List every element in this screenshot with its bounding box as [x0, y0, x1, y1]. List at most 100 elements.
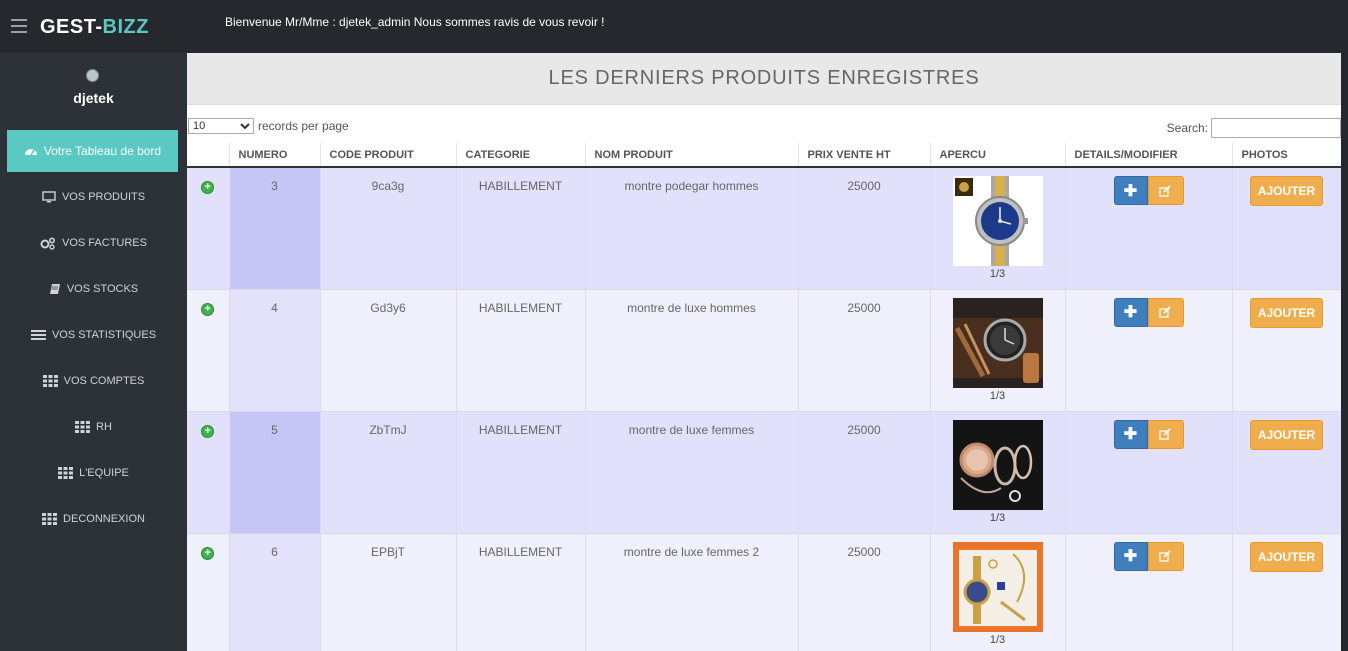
edit-icon — [1159, 550, 1171, 562]
cell-apercu: 1/3 — [930, 411, 1066, 534]
cell-photos: AJOUTER — [1232, 167, 1341, 290]
col-apercu[interactable]: APERCU — [930, 143, 1066, 168]
product-photo-watch-women[interactable] — [952, 419, 1043, 510]
expand-row-icon[interactable]: + — [201, 546, 215, 560]
logo-text-bizz: BIZZ — [102, 16, 149, 38]
page-title: LES DERNIERS PRODUITS ENREGISTRES — [548, 67, 980, 89]
monitor-icon — [42, 191, 56, 203]
sidebar-item-produits[interactable]: VOS PRODUITS — [0, 185, 187, 209]
sidebar-item-label: L'EQUIPE — [79, 467, 129, 479]
cell-photos: AJOUTER — [1232, 533, 1341, 651]
grid-icon — [75, 421, 91, 433]
sidebar-item-statistiques[interactable]: VOS STATISTIQUES — [0, 323, 187, 347]
col-details-modifier[interactable]: DETAILS/MODIFIER — [1065, 143, 1233, 168]
col-nom-produit[interactable]: NOM PRODUIT — [585, 143, 799, 168]
app-logo[interactable]: GEST-BIZZ — [40, 16, 149, 39]
sidebar-item-dashboard[interactable]: Votre Tableau de bord — [7, 130, 178, 172]
records-per-page-select[interactable]: 10 — [188, 118, 254, 134]
grid-icon — [42, 513, 58, 525]
table-row: + 5 ZbTmJ HABILLEMENT montre de luxe fem… — [187, 411, 1341, 534]
top-bar: GEST-BIZZ Bienvenue Mr/Mme : djetek_admi… — [0, 0, 1348, 53]
cell-apercu: 1/3 — [930, 167, 1066, 290]
records-label: records per page — [258, 119, 349, 133]
cell-actions: ✚ — [1065, 167, 1233, 290]
sidebar-item-factures[interactable]: VOS FACTURES — [0, 231, 187, 255]
photo-counter: 1/3 — [989, 268, 1006, 280]
username: djetek — [73, 90, 114, 106]
col-numero[interactable]: NUMERO — [229, 143, 321, 168]
photo-counter: 1/3 — [989, 633, 1006, 646]
cell-photos: AJOUTER — [1232, 411, 1341, 534]
cell-code: EPBjT — [320, 533, 457, 651]
details-button[interactable]: ✚ — [1113, 176, 1148, 205]
cell-nom: montre podegar hommes — [585, 167, 799, 290]
col-photos[interactable]: PHOTOS — [1232, 143, 1341, 168]
menu-toggle-icon[interactable] — [11, 19, 27, 33]
sidebar-item-comptes[interactable]: VOS COMPTES — [0, 369, 187, 393]
col-categorie[interactable]: CATEGORIE — [456, 143, 586, 168]
cell-categorie: HABILLEMENT — [456, 411, 586, 534]
cell-numero: 3 — [229, 167, 321, 290]
plus-icon: ✚ — [1123, 548, 1138, 565]
plus-icon: ✚ — [1123, 304, 1138, 321]
cell-code: 9ca3g — [320, 167, 457, 290]
edit-button[interactable] — [1147, 176, 1184, 205]
cell-categorie: HABILLEMENT — [456, 167, 586, 290]
avatar — [86, 69, 99, 82]
cell-categorie: HABILLEMENT — [456, 289, 586, 412]
sidebar-item-stocks[interactable]: VOS STOCKS — [0, 277, 187, 301]
cell-categorie: HABILLEMENT — [456, 533, 586, 651]
photo-counter: 1/3 — [989, 389, 1006, 402]
product-photo-watch-luxury-men[interactable] — [952, 297, 1043, 388]
cell-code: Gd3y6 — [320, 289, 457, 412]
cell-prix: 25000 — [798, 167, 931, 290]
sidebar-item-equipe[interactable]: L'EQUIPE — [0, 461, 187, 485]
sidebar-item-label: VOS FACTURES — [62, 237, 147, 249]
expand-cell: + — [187, 167, 230, 290]
product-photo-watch-women-set[interactable] — [952, 541, 1043, 632]
edit-button[interactable] — [1147, 297, 1184, 327]
expand-row-icon[interactable]: + — [201, 181, 215, 194]
table-row: + 6 EPBjT HABILLEMENT montre de luxe fem… — [187, 533, 1341, 651]
window-edge — [1341, 0, 1348, 651]
edit-icon — [1159, 306, 1171, 318]
search-input[interactable] — [1211, 118, 1341, 138]
col-code-produit[interactable]: CODE PRODUIT — [320, 143, 457, 168]
dashboard-gauge-icon — [24, 149, 37, 156]
expand-row-icon[interactable]: + — [201, 302, 215, 316]
search-box: Search: — [1167, 118, 1341, 138]
edit-icon — [1159, 428, 1171, 440]
page-header: LES DERNIERS PRODUITS ENREGISTRES — [187, 53, 1341, 105]
sidebar-item-deconnexion[interactable]: DECONNEXION — [0, 507, 187, 531]
sidebar-item-label: VOS COMPTES — [63, 375, 145, 387]
add-photo-button[interactable]: AJOUTER — [1250, 541, 1323, 572]
add-photo-button[interactable]: AJOUTER — [1250, 419, 1323, 450]
cell-actions: ✚ — [1065, 289, 1233, 412]
col-expand — [187, 143, 230, 168]
details-button[interactable]: ✚ — [1113, 419, 1148, 449]
col-prix-vente[interactable]: PRIX VENTE HT — [798, 143, 931, 168]
sidebar-item-rh[interactable]: RH — [0, 415, 187, 439]
sidebar: djetek Votre Tableau de bord VOS PRODUIT… — [0, 53, 187, 651]
plus-icon: ✚ — [1123, 426, 1138, 443]
product-photo-watch-men[interactable] — [952, 176, 1043, 266]
edit-button[interactable] — [1147, 419, 1184, 449]
welcome-message: Bienvenue Mr/Mme : djetek_admin Nous som… — [225, 15, 605, 29]
cell-prix: 25000 — [798, 533, 931, 651]
add-photo-button[interactable]: AJOUTER — [1250, 176, 1323, 206]
cell-prix: 25000 — [798, 411, 931, 534]
products-table: NUMERO CODE PRODUIT CATEGORIE NOM PRODUI… — [187, 143, 1341, 651]
grid-icon — [42, 375, 58, 387]
expand-row-icon[interactable]: + — [201, 424, 215, 438]
sidebar-item-label: VOS PRODUITS — [61, 191, 146, 203]
add-photo-button[interactable]: AJOUTER — [1250, 297, 1323, 328]
cell-apercu: 1/3 — [930, 289, 1066, 412]
sidebar-item-label: Votre Tableau de bord — [43, 144, 162, 158]
sidebar-item-label: VOS STOCKS — [66, 283, 139, 295]
cell-code: ZbTmJ — [320, 411, 457, 534]
edit-button[interactable] — [1147, 541, 1184, 571]
details-button[interactable]: ✚ — [1113, 297, 1148, 327]
grid-icon — [58, 467, 74, 479]
cell-apercu: 1/3 — [930, 533, 1066, 651]
details-button[interactable]: ✚ — [1113, 541, 1148, 571]
